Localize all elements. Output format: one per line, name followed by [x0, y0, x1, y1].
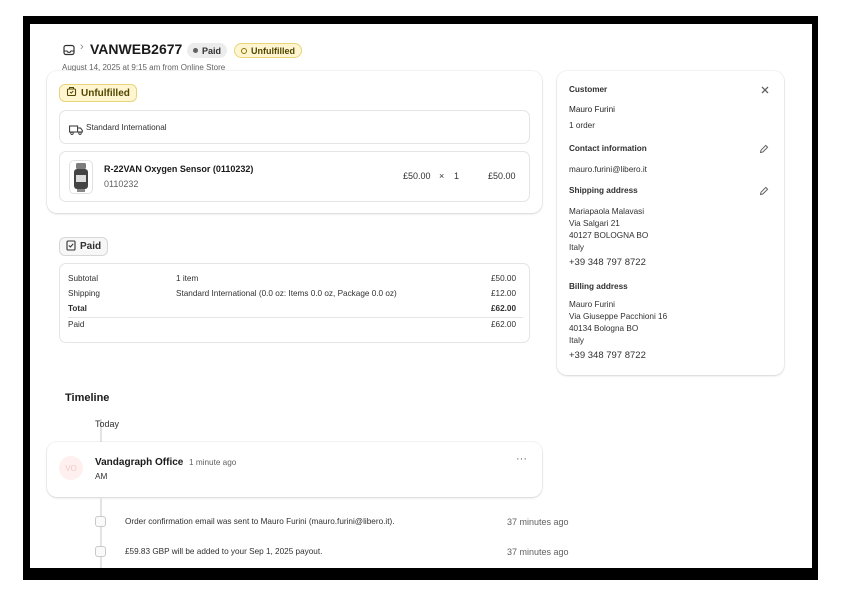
shipping-detail: Standard International (0.0 oz: Items 0.… — [176, 289, 397, 298]
shipping-method-box: Standard International — [59, 110, 530, 144]
unfulfilled-status-label: Unfulfilled — [81, 87, 130, 99]
billing-address-line: Via Giuseppe Pacchioni 16 — [569, 312, 668, 321]
event-marker-icon — [95, 516, 106, 527]
shipping-method-label: Standard International — [86, 123, 167, 132]
package-icon — [66, 86, 77, 100]
author-avatar: VO — [59, 456, 83, 480]
billing-address-line: 40134 Bologna BO — [569, 324, 639, 333]
shipping-phone: +39 348 797 8722 — [569, 257, 646, 268]
order-page: › VANWEB2677 Paid Unfulfilled August 14,… — [30, 24, 812, 568]
paid-dot-icon — [193, 48, 198, 53]
times-sign: × — [439, 171, 445, 181]
timeline-comment-card: VO Vandagraph Office 1 minute ago AM ··· — [47, 442, 542, 497]
truck-icon — [69, 122, 83, 140]
billing-phone: +39 348 797 8722 — [569, 350, 646, 361]
edit-shipping-pencil-icon[interactable] — [757, 184, 771, 198]
subtotal-label: Subtotal — [68, 274, 99, 283]
unfulfilled-ring-icon — [241, 47, 247, 54]
product-title-link[interactable]: R-22VAN Oxygen Sensor (0110232) — [104, 164, 253, 174]
customer-heading: Customer — [569, 85, 608, 94]
product-sku: 0110232 — [104, 179, 139, 189]
shipping-address-line: 40127 BOLOGNA BO — [569, 231, 649, 240]
paid-status-tag: Paid — [59, 237, 109, 256]
more-actions-icon[interactable]: ··· — [516, 453, 527, 465]
page-title: VANWEB2677 — [90, 41, 183, 57]
paid-badge-label: Paid — [202, 45, 222, 56]
shipping-address-line: Italy — [569, 243, 585, 252]
contact-heading: Contact information — [569, 144, 647, 153]
fulfillment-badge-label: Unfulfilled — [251, 45, 295, 56]
subtotal-amount: £50.00 — [491, 274, 517, 283]
fulfillment-card: Unfulfilled Standard International R-22V… — [47, 71, 542, 213]
timeline-event-time: 37 minutes ago — [507, 547, 569, 557]
payment-summary-box: Subtotal 1 item £50.00 Shipping Standard… — [59, 263, 530, 343]
line-item-row: R-22VAN Oxygen Sensor (0110232) 0110232 … — [59, 151, 530, 202]
customer-email-link[interactable]: mauro.furini@libero.it — [569, 165, 647, 174]
total-amount: £62.00 — [491, 304, 517, 313]
timeline-connector-lower — [100, 498, 102, 568]
shipping-label: Shipping — [68, 289, 100, 298]
billing-address-line: Mauro Furini — [569, 300, 615, 309]
comment-author: Vandagraph Office — [95, 457, 184, 468]
timeline-event-text: £59.83 GBP will be added to your Sep 1, … — [125, 547, 323, 556]
receipt-check-icon — [66, 239, 76, 254]
customer-order-count-link[interactable]: 1 order — [569, 121, 595, 130]
edit-contact-pencil-icon[interactable] — [757, 142, 771, 156]
billing-address-line: Italy — [569, 336, 585, 345]
close-icon[interactable] — [758, 83, 772, 97]
customer-card: Customer Mauro Furini 1 order Contact in… — [557, 71, 784, 375]
comment-time: 1 minute ago — [189, 458, 237, 467]
shipping-address-line: Mariapaola Malavasi — [569, 207, 645, 216]
inbox-icon[interactable] — [63, 43, 75, 56]
line-total: £50.00 — [488, 171, 516, 181]
billing-address-heading: Billing address — [569, 282, 628, 291]
payment-card: Paid Subtotal 1 item £50.00 Shipping Sta… — [47, 229, 542, 352]
fulfillment-status-badge: Unfulfilled — [234, 43, 302, 58]
total-label: Total — [68, 304, 87, 313]
product-thumbnail[interactable] — [69, 160, 93, 194]
shipping-address-heading: Shipping address — [569, 186, 638, 195]
subtotal-detail: 1 item — [176, 274, 199, 283]
event-marker-icon — [95, 546, 106, 557]
shipping-amount: £12.00 — [491, 289, 517, 298]
breadcrumb-chevron-icon: › — [80, 41, 84, 53]
quantity: 1 — [454, 171, 460, 181]
paid-amount: £62.00 — [491, 320, 517, 329]
paid-label: Paid — [68, 320, 85, 329]
comment-body: AM — [95, 472, 108, 481]
timeline-event-text: Order confirmation email was sent to Mau… — [125, 517, 395, 526]
paid-status-badge: Paid — [187, 43, 228, 58]
timeline-heading: Timeline — [65, 392, 110, 404]
timeline-today-label: Today — [95, 419, 120, 429]
unit-price: £50.00 — [403, 171, 431, 181]
paid-status-label: Paid — [80, 241, 102, 252]
shipping-address-line: Via Salgari 21 — [569, 219, 620, 228]
customer-name-link[interactable]: Mauro Furini — [569, 105, 615, 114]
timeline-event-time: 37 minutes ago — [507, 517, 569, 527]
summary-divider — [68, 317, 523, 318]
unfulfilled-status-tag: Unfulfilled — [59, 84, 137, 102]
